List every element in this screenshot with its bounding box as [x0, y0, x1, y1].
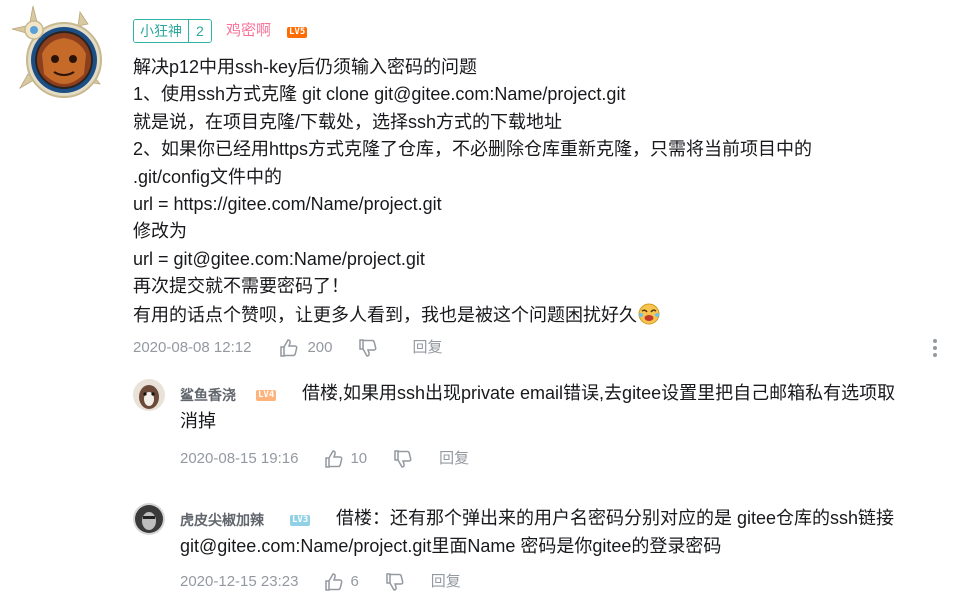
comment-meta: 2020-08-08 12:12 200 回复: [133, 338, 442, 358]
like-count: 6: [350, 573, 359, 590]
medal-name: 小狂神: [134, 20, 188, 42]
fan-medal-badge[interactable]: 小狂神 2: [133, 19, 212, 43]
thumbs-up-icon[interactable]: [324, 572, 344, 592]
thumbs-down-icon[interactable]: [358, 338, 378, 358]
comment-line: 1、使用ssh方式克隆 git clone git@gitee.com:Name…: [133, 84, 626, 105]
reply-button[interactable]: 回复: [412, 338, 442, 358]
reply-button[interactable]: 回复: [439, 449, 469, 469]
more-vertical-icon[interactable]: [925, 336, 945, 360]
reply-meta: 2020-12-15 23:23 6 回复: [180, 572, 461, 592]
comment-line: 就是说，在项目克隆/下载处，选择ssh方式的下载地址: [133, 111, 563, 132]
thumbs-down-icon[interactable]: [393, 449, 413, 469]
medal-level: 2: [188, 20, 211, 42]
avatar[interactable]: [133, 503, 165, 535]
comment-line: .git/config文件中的: [133, 166, 283, 187]
like-count: 200: [307, 339, 333, 356]
reply-content-continued: 消掉: [180, 411, 216, 431]
reply-content: 借楼：还有那个弹出来的用户名密码分别对应的是 gitee仓库的ssh链接: [336, 508, 895, 528]
reply-content-continued: git@gitee.com:Name/project.git里面Name 密码是…: [180, 536, 722, 556]
reply-time: 2020-08-15 19:16: [180, 450, 299, 467]
comment-time: 2020-08-08 12:12: [133, 339, 252, 356]
doge-crying-laughing-icon: [637, 301, 661, 325]
reply-username[interactable]: 虎皮尖椒加辣: [180, 510, 264, 530]
avatar[interactable]: [133, 379, 165, 411]
reply-meta: 2020-08-15 19:16 10 回复: [180, 449, 469, 469]
reply-button[interactable]: 回复: [431, 572, 461, 592]
comment-line: 2、如果你已经用https方式克隆了仓库，不必删除仓库重新克隆，只需将当前项目中…: [133, 139, 813, 160]
thumbs-up-icon[interactable]: [324, 449, 344, 469]
comment-line: 再次提交就不需要密码了！: [133, 276, 349, 297]
comment-line: url = git@gitee.com:Name/project.git: [133, 248, 425, 269]
thumbs-down-icon[interactable]: [385, 572, 405, 592]
username[interactable]: 鸡密啊: [226, 21, 271, 41]
comment-line: url = https://gitee.com/Name/project.git: [133, 194, 442, 215]
avatar-with-frame[interactable]: [8, 4, 104, 100]
comment-line: 修改为: [133, 221, 187, 242]
user-level-badge: LV4: [256, 390, 277, 401]
reply-content: 借楼,如果用ssh出现private email错误,去gitee设置里把自己邮…: [302, 383, 896, 403]
user-level-badge: LV3: [290, 515, 311, 526]
comment-content: 解决p12中用ssh-key后仍须输入密码的问题 1、使用ssh方式克隆 git …: [133, 54, 913, 329]
reply-time: 2020-12-15 23:23: [180, 573, 299, 590]
comment-line-with-emoji: 有用的话点个赞呗，让更多人看到，我也是被这个问题困扰好久: [133, 301, 913, 329]
thumbs-up-icon[interactable]: [279, 338, 299, 358]
comment-line: 有用的话点个赞呗，让更多人看到，我也是被这个问题困扰好久: [133, 304, 637, 325]
like-count: 10: [350, 450, 368, 467]
reply-username[interactable]: 鲨鱼香浇: [180, 385, 236, 405]
comment-line: 解决p12中用ssh-key后仍须输入密码的问题: [133, 57, 478, 77]
user-level-badge: LV5: [287, 27, 308, 38]
